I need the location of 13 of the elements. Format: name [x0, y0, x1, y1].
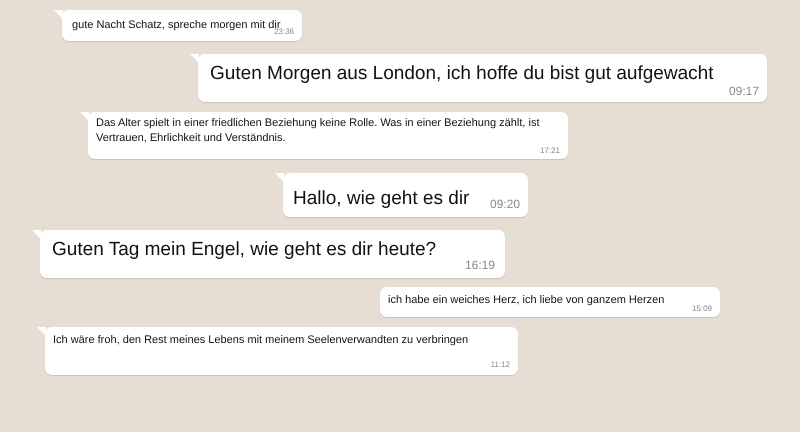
message-time: 17:21	[540, 146, 560, 156]
message-time: 09:20	[490, 197, 520, 211]
message-time: 11:12	[490, 360, 510, 370]
message-text: Guten Morgen aus London, ich hoffe du bist gut aufgewacht	[210, 62, 714, 86]
message-time: 09:17	[728, 84, 759, 98]
message-text: ich habe ein weiches Herz, ich liebe von ganzem Herzen	[388, 293, 664, 308]
message-text: Ich wäre froh, den Rest meines Lebens mit meinem Seelenverwandten zu verbringen	[53, 333, 468, 348]
message-time: 15:09	[692, 304, 712, 314]
message-text: Hallo, wie geht es dir	[293, 187, 470, 211]
message-time: 23:36	[274, 27, 294, 37]
message-text: Das Alter spielt in einer friedlichen Beziehung keine Rolle. Was in einer Beziehung zählt, ist Vertrauen, Ehrlichkeit und Verständnis.	[96, 116, 540, 146]
message-time: 16:19	[464, 258, 495, 272]
message-text: Guten Tag mein Engel, wie geht es dir heute?	[52, 238, 436, 262]
